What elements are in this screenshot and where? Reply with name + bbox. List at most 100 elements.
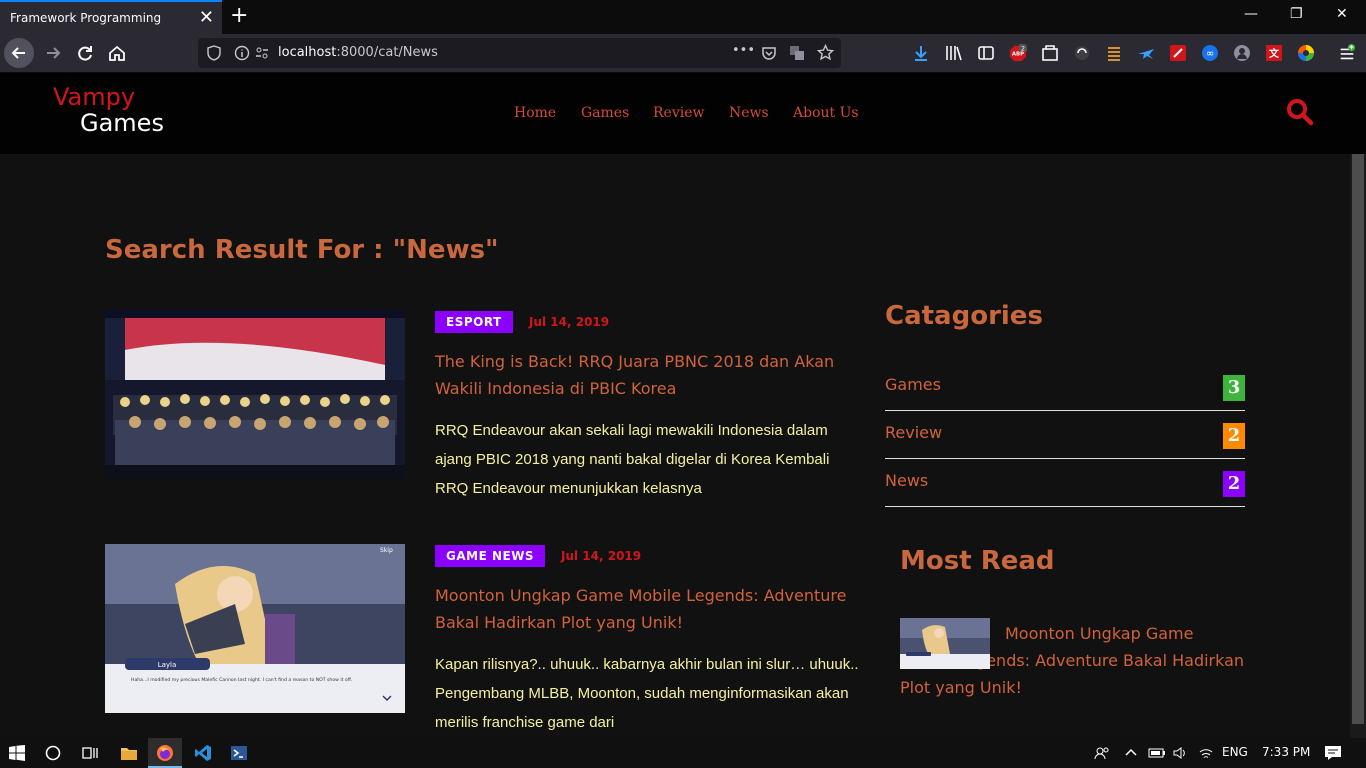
menu-item-news[interactable]: News <box>729 105 769 121</box>
search-result-heading: Search Result For : "News" <box>105 235 499 265</box>
logo-games[interactable]: Games <box>80 109 164 137</box>
logo-vampy[interactable]: Vampy <box>53 83 135 111</box>
infinity-extension-icon[interactable]: ∞ <box>1201 44 1219 62</box>
task-view-icon[interactable] <box>81 745 99 761</box>
library-icon[interactable] <box>945 44 963 62</box>
forward-button[interactable] <box>38 38 68 68</box>
plane-extension-icon[interactable] <box>1137 44 1155 62</box>
windows-start-icon[interactable] <box>9 745 25 761</box>
category-count-badge: 2 <box>1223 423 1245 449</box>
adblock-plus-icon[interactable]: ABP2 <box>1009 44 1027 62</box>
back-arrow-icon <box>11 47 25 59</box>
menu-item-games[interactable]: Games <box>581 105 629 121</box>
window-close-icon[interactable]: ✕ <box>1336 6 1348 22</box>
svg-text:文: 文 <box>1269 47 1280 60</box>
home-button[interactable] <box>102 38 132 68</box>
download-icon[interactable] <box>912 44 930 62</box>
browser-tab[interactable]: Framework Programming ✕ <box>0 0 222 34</box>
post-title[interactable]: Moonton Ungkap Game Mobile Legends: Adve… <box>435 582 865 636</box>
post-date: Jul 14, 2019 <box>561 549 642 563</box>
post-thumbnail[interactable]: Layla Haha...I modified my precious Male… <box>105 544 405 713</box>
thumb-skip-label: Skip <box>380 547 393 554</box>
url-text[interactable]: localhost:8000/cat/News <box>278 45 438 60</box>
file-explorer-icon[interactable] <box>120 745 138 761</box>
forward-arrow-icon <box>47 47 61 59</box>
color-wheel-icon[interactable] <box>1297 44 1315 62</box>
thumb-caption-name: Layla <box>158 661 177 669</box>
permissions-icon[interactable] <box>254 45 270 61</box>
menu-item-home[interactable]: Home <box>514 105 556 121</box>
language-indicator[interactable]: ENG <box>1222 745 1248 759</box>
menu-item-review[interactable]: Review <box>653 105 704 121</box>
category-label[interactable]: Games <box>885 375 941 394</box>
category-badge[interactable]: ESPORT <box>435 311 513 333</box>
mobile-legends-screenshot: Layla Haha...I modified my precious Male… <box>105 544 405 713</box>
url-bar[interactable]: localhost:8000/cat/News ••• <box>198 38 841 68</box>
category-count-badge: 3 <box>1223 375 1245 401</box>
clock[interactable]: 7:33 PM <box>1262 745 1310 759</box>
category-label[interactable]: News <box>885 471 928 490</box>
post-excerpt: Kapan rilisnya?.. uhuuk.. kabarnya akhir… <box>435 656 859 731</box>
containers-icon[interactable] <box>1041 44 1059 62</box>
page: Vampy Games Home Games Review News About… <box>0 73 1366 738</box>
translate-icon[interactable] <box>789 45 805 61</box>
category-item-review[interactable]: Review 2 <box>885 411 1245 459</box>
scrollbar-thumb[interactable] <box>1352 154 1364 724</box>
restore-icon[interactable]: ❐ <box>1290 6 1303 22</box>
battery-icon[interactable] <box>1148 746 1166 760</box>
category-item-games[interactable]: Games 3 <box>885 363 1245 411</box>
sidebar-icon[interactable] <box>977 44 995 62</box>
post-title[interactable]: The King is Back! RRQ Juara PBNC 2018 da… <box>435 348 865 402</box>
tab-close-icon[interactable]: ✕ <box>199 6 214 30</box>
list-extension-icon[interactable] <box>1105 44 1123 62</box>
wifi-icon[interactable] <box>1198 745 1214 761</box>
most-read-heading: Most Read <box>900 546 1055 576</box>
home-icon <box>109 45 125 61</box>
color-picker-icon[interactable] <box>1169 44 1187 62</box>
svg-text:ABP: ABP <box>1012 52 1024 58</box>
most-read-thumbnail[interactable] <box>900 618 990 669</box>
firefox-icon <box>157 745 173 761</box>
shield-icon[interactable] <box>206 45 222 61</box>
post-thumbnail[interactable] <box>105 310 405 479</box>
volume-icon[interactable] <box>1172 745 1188 761</box>
minimize-icon[interactable]: — <box>1244 6 1258 22</box>
post-excerpt: RRQ Endeavour akan sekali lagi mewakili … <box>435 422 830 497</box>
taskbar: ENG 7:33 PM <box>0 738 1366 768</box>
menu-item-about-us[interactable]: About Us <box>793 105 859 121</box>
category-label[interactable]: Review <box>885 423 942 442</box>
new-tab-button[interactable]: + <box>230 2 248 30</box>
account-icon[interactable] <box>1233 44 1251 62</box>
esport-team-photo <box>105 310 405 479</box>
category-count-badge: 2 <box>1223 471 1245 497</box>
translate-extension-icon[interactable]: 文 <box>1265 44 1283 62</box>
page-actions-icon[interactable]: ••• <box>732 43 755 58</box>
category-item-news[interactable]: News 2 <box>885 459 1245 507</box>
site-header: Vampy Games Home Games Review News About… <box>0 73 1366 154</box>
sync-extension-icon[interactable] <box>1073 44 1091 62</box>
chevron-up-icon[interactable] <box>1124 746 1138 760</box>
info-icon[interactable] <box>234 45 250 61</box>
vscode-icon[interactable] <box>194 744 212 762</box>
back-button[interactable] <box>4 38 34 68</box>
search-circle-icon[interactable] <box>45 745 61 761</box>
people-icon[interactable] <box>1094 745 1110 761</box>
thumb-caption-text: Haha...I modified my precious Malefic Ca… <box>131 677 352 683</box>
powershell-icon[interactable] <box>230 744 248 762</box>
search-icon[interactable] <box>1286 98 1314 126</box>
menu-icon[interactable] <box>1338 44 1356 62</box>
categories-heading: Catagories <box>885 301 1043 331</box>
browser-nav-bar: localhost:8000/cat/News ••• ABP 2 ∞ 文 <box>0 34 1366 72</box>
category-badge[interactable]: GAME NEWS <box>435 545 546 567</box>
tab-title: Framework Programming <box>10 11 162 25</box>
page-scrollbar[interactable] <box>1350 154 1366 738</box>
taskbar-firefox[interactable] <box>148 738 182 768</box>
bookmark-star-icon[interactable] <box>817 44 834 61</box>
post-date: Jul 14, 2019 <box>529 315 610 329</box>
post-item: Layla Haha...I modified my precious Male… <box>105 544 865 738</box>
svg-text:∞: ∞ <box>1206 49 1214 60</box>
notification-icon[interactable] <box>1324 745 1342 761</box>
reload-button[interactable] <box>70 38 100 68</box>
pocket-icon[interactable] <box>761 45 777 61</box>
svg-text:2: 2 <box>1021 45 1025 52</box>
